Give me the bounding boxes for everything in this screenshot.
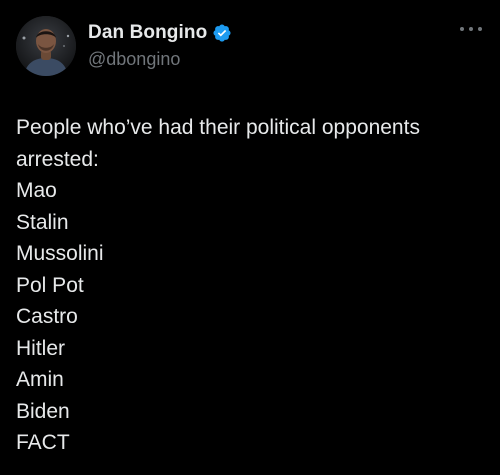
tweet-line: People who’ve had their political oppone… <box>16 116 420 139</box>
tweet-line: Pol Pot <box>16 273 84 297</box>
tweet-line: FACT <box>16 431 70 454</box>
verified-badge-icon[interactable] <box>212 23 232 43</box>
author-handle[interactable]: @dbongino <box>88 49 180 70</box>
tweet-line: Mao <box>16 179 57 202</box>
tweet-line: arrested: <box>16 147 99 171</box>
tweet-line: Mussolini <box>16 242 104 265</box>
tweet-line: Stalin <box>16 210 69 234</box>
more-dot <box>478 27 482 31</box>
more-options-icon[interactable] <box>460 24 482 34</box>
more-dot <box>469 27 473 31</box>
tweet-line: Biden <box>16 399 70 423</box>
author-name-row: Dan Bongino <box>88 21 232 45</box>
more-dot <box>460 27 464 31</box>
tweet-line: Amin <box>16 368 64 391</box>
profile-photo-icon <box>16 16 76 76</box>
tweet-text: People who’ve had their political oppone… <box>16 112 484 459</box>
tweet-card: Dan Bongino @dbongino People who’ve had … <box>0 0 500 475</box>
tweet-line: Hitler <box>16 336 66 360</box>
avatar[interactable] <box>16 16 76 76</box>
author-display-name[interactable]: Dan Bongino <box>88 22 207 44</box>
tweet-line: Castro <box>16 305 78 328</box>
